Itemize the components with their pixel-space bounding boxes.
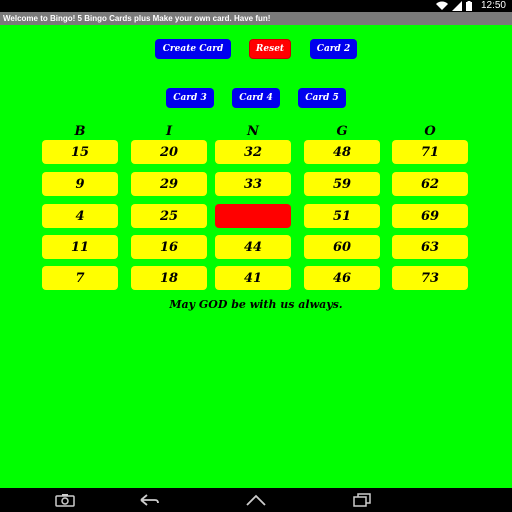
bingo-cell[interactable]: 15 bbox=[42, 140, 118, 164]
bingo-cell[interactable]: 59 bbox=[304, 172, 380, 196]
bingo-cell[interactable]: 32 bbox=[215, 140, 291, 164]
card-2-button[interactable]: Card 2 bbox=[310, 39, 357, 59]
bingo-cell[interactable]: 51 bbox=[304, 204, 380, 228]
create-card-button[interactable]: Create Card bbox=[155, 39, 231, 59]
bingo-cell[interactable]: 33 bbox=[215, 172, 291, 196]
signal-icon bbox=[452, 1, 462, 11]
bingo-cell[interactable]: 41 bbox=[215, 266, 291, 290]
bingo-cell[interactable]: 69 bbox=[392, 204, 468, 228]
battery-icon bbox=[466, 1, 472, 11]
reset-button[interactable]: Reset bbox=[249, 39, 291, 59]
bingo-cell[interactable]: 11 bbox=[42, 235, 118, 259]
bingo-cell[interactable]: 16 bbox=[131, 235, 207, 259]
app-title-bar: Welcome to Bingo! 5 Bingo Cards plus Mak… bbox=[0, 12, 512, 25]
wifi-icon bbox=[436, 1, 448, 11]
bingo-cell[interactable]: 60 bbox=[304, 235, 380, 259]
column-header-i: I bbox=[165, 124, 173, 139]
status-time: 12:50 bbox=[480, 0, 506, 11]
bingo-cell[interactable]: 20 bbox=[131, 140, 207, 164]
status-icons bbox=[436, 1, 472, 11]
card-3-button[interactable]: Card 3 bbox=[166, 88, 214, 108]
column-header-g: G bbox=[336, 124, 348, 139]
home-icon[interactable] bbox=[244, 492, 268, 508]
card-4-button[interactable]: Card 4 bbox=[232, 88, 280, 108]
back-icon[interactable] bbox=[136, 492, 160, 508]
motto-text: May GOD be with us always. bbox=[169, 298, 343, 311]
card-5-button[interactable]: Card 5 bbox=[298, 88, 346, 108]
status-bar: 12:50 bbox=[0, 0, 512, 12]
free-space-cell[interactable] bbox=[215, 204, 291, 228]
bingo-cell[interactable]: 7 bbox=[42, 266, 118, 290]
bingo-cell[interactable]: 4 bbox=[42, 204, 118, 228]
bingo-cell[interactable]: 63 bbox=[392, 235, 468, 259]
bingo-cell[interactable]: 18 bbox=[131, 266, 207, 290]
camera-icon[interactable] bbox=[53, 492, 77, 508]
column-header-n: N bbox=[247, 124, 259, 139]
bingo-cell[interactable]: 29 bbox=[131, 172, 207, 196]
bingo-cell[interactable]: 25 bbox=[131, 204, 207, 228]
recent-apps-icon[interactable] bbox=[350, 492, 374, 508]
bingo-cell[interactable]: 73 bbox=[392, 266, 468, 290]
bingo-cell[interactable]: 62 bbox=[392, 172, 468, 196]
navigation-bar bbox=[0, 488, 512, 512]
bingo-cell[interactable]: 71 bbox=[392, 140, 468, 164]
bingo-cell[interactable]: 44 bbox=[215, 235, 291, 259]
bingo-cell[interactable]: 9 bbox=[42, 172, 118, 196]
column-header-b: B bbox=[74, 124, 86, 139]
column-header-o: O bbox=[424, 124, 436, 139]
bingo-cell[interactable]: 48 bbox=[304, 140, 380, 164]
bingo-cell[interactable]: 46 bbox=[304, 266, 380, 290]
